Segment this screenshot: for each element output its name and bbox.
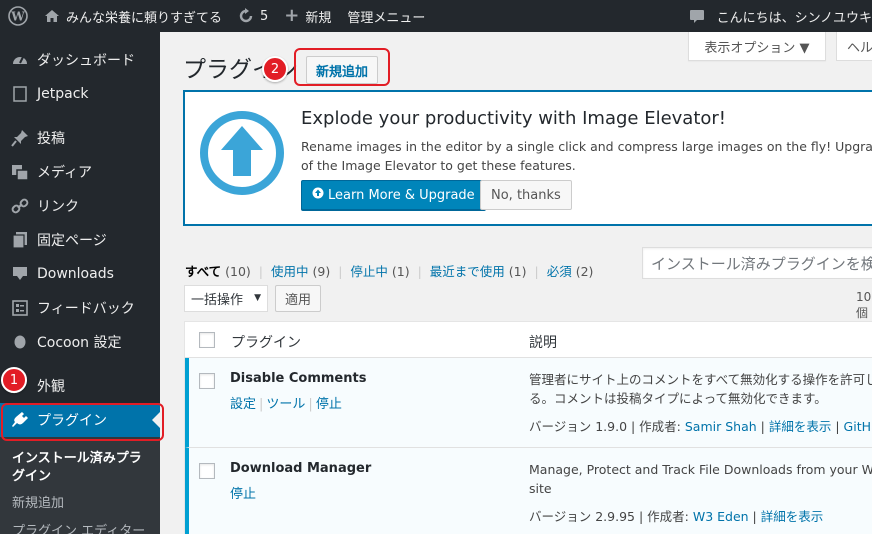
svg-text:W: W xyxy=(10,10,25,24)
plugin-meta: バージョン 1.9.0 | 作成者: Samir Shah | 詳細を表示 | … xyxy=(529,416,872,435)
github-link[interactable]: GitHub xyxy=(844,419,872,434)
plugin-tools-link[interactable]: ツール xyxy=(266,397,305,412)
jetpack-icon xyxy=(10,84,30,104)
admin-menu-link[interactable]: 管理メニュー xyxy=(339,0,433,32)
step-badge-2: 2 xyxy=(262,56,288,82)
plugins-table: プラグイン 説明 Disable Comments 設定 | ツール | 停止 管理者に… xyxy=(184,321,872,534)
filter-recently-active[interactable]: 最近まで使用 xyxy=(430,264,505,279)
select-all-checkbox[interactable] xyxy=(199,331,215,348)
main-content: 表示オプション ▼ ヘルプ プラグイン 新規追加 Explode your pr… xyxy=(160,32,872,534)
upload-circle-icon xyxy=(312,187,324,203)
sidebar-item-media[interactable]: メディア xyxy=(0,155,160,189)
site-name: みんな栄養に頼りすぎてる xyxy=(66,10,223,26)
highlight-plugins-menu xyxy=(1,403,164,441)
author-link[interactable]: Samir Shah xyxy=(685,419,757,434)
apply-button[interactable]: 適用 xyxy=(275,285,322,312)
image-elevator-notice: Explode your productivity with Image Ele… xyxy=(183,90,872,226)
submenu-add-new[interactable]: 新規追加 xyxy=(0,490,160,518)
highlight-add-new-button xyxy=(294,48,390,86)
admin-sidebar: ダッシュボード Jetpack 投稿 メディア リンク 固定ページ Downlo… xyxy=(0,32,160,534)
item-count: 10個 xyxy=(856,290,872,320)
dashboard-icon xyxy=(10,50,30,70)
submenu-installed-plugins[interactable]: インストール済みプラグイン xyxy=(0,445,160,490)
plugins-submenu: インストール済みプラグイン 新規追加 プラグイン エディター xyxy=(0,437,160,534)
table-header: プラグイン 説明 xyxy=(185,322,872,358)
table-row: Disable Comments 設定 | ツール | 停止 管理者にサイト上のコメント… xyxy=(185,358,872,448)
bulk-action-select[interactable]: 一括操作 ▼ xyxy=(184,285,268,312)
greeting-text: こんにちは、シンノユウキ xyxy=(716,10,872,26)
plugin-description: 管理者にサイト上のコメントをすべて無効化する操作を許可しま る。コメントは投稿タ… xyxy=(529,372,872,407)
row-checkbox[interactable] xyxy=(199,373,215,389)
upload-arrow-icon xyxy=(199,110,285,196)
screen-options-button[interactable]: 表示オプション ▼ xyxy=(688,32,826,61)
updates-count: 5 xyxy=(260,8,269,24)
dropdown-arrow-icon: ▼ xyxy=(254,293,261,303)
step-badge-1: 1 xyxy=(1,367,27,393)
filter-active[interactable]: 使用中 xyxy=(271,264,309,279)
plus-icon: + xyxy=(284,5,300,26)
feedback-icon xyxy=(10,298,30,318)
view-details-link[interactable]: 詳細を表示 xyxy=(761,509,824,524)
column-description: 説明 xyxy=(529,335,557,351)
media-icon xyxy=(10,162,30,182)
home-icon xyxy=(44,9,60,23)
user-greeting[interactable]: こんにちは、シンノユウキ xyxy=(709,0,872,32)
no-thanks-button[interactable]: No, thanks xyxy=(480,180,572,210)
author-link[interactable]: W3 Eden xyxy=(693,509,749,524)
plugin-name: Disable Comments xyxy=(230,371,367,386)
download-icon xyxy=(10,264,30,284)
refresh-icon xyxy=(238,8,254,24)
sidebar-item-downloads[interactable]: Downloads xyxy=(0,257,160,291)
plugin-status-filters: すべて (10) | 使用中 (9) | 停止中 (1) | 最近まで使用 (1… xyxy=(185,264,594,279)
comment-notice[interactable] xyxy=(681,0,709,32)
plugin-deactivate-link[interactable]: 停止 xyxy=(230,487,256,502)
submenu-plugin-editor[interactable]: プラグイン エディター xyxy=(0,518,160,534)
plugin-description: Manage, Protect and Track File Downloads… xyxy=(529,462,872,497)
filter-must-use[interactable]: 必須 xyxy=(547,264,572,279)
cocoon-icon xyxy=(10,332,30,352)
plugin-settings-link[interactable]: 設定 xyxy=(230,397,256,412)
sidebar-item-feedback[interactable]: フィードバック xyxy=(0,291,160,325)
new-label: 新規 xyxy=(305,10,332,26)
sidebar-item-jetpack[interactable]: Jetpack xyxy=(0,77,160,111)
plugin-search-input[interactable]: インストール済みプラグインを検索... xyxy=(642,247,872,279)
row-checkbox[interactable] xyxy=(199,463,215,479)
sidebar-item-posts[interactable]: 投稿 xyxy=(0,121,160,155)
admin-bar: W みんな栄養に頼りすぎてる 5 + 新規 管理メニュー こんにちは、シンノユウ… xyxy=(0,0,872,32)
sidebar-item-cocoon[interactable]: Cocoon 設定 xyxy=(0,325,160,359)
wordpress-logo-icon[interactable]: W xyxy=(0,0,36,32)
help-button[interactable]: ヘルプ xyxy=(836,32,872,61)
sidebar-item-links[interactable]: リンク xyxy=(0,189,160,223)
table-row: Download Manager 停止 Manage, Protect and … xyxy=(185,448,872,534)
plugin-meta: バージョン 2.9.95 | 作成者: W3 Eden | 詳細を表示 xyxy=(529,509,824,524)
pin-icon xyxy=(10,128,30,148)
column-plugin: プラグイン xyxy=(231,335,301,351)
updates-link[interactable]: 5 xyxy=(230,0,276,32)
plugin-deactivate-link[interactable]: 停止 xyxy=(316,397,342,412)
plugin-name: Download Manager xyxy=(230,461,372,476)
sidebar-item-dashboard[interactable]: ダッシュボード xyxy=(0,43,160,77)
filter-inactive[interactable]: 停止中 xyxy=(350,264,388,279)
notice-title: Explode your productivity with Image Ele… xyxy=(301,108,727,129)
row-actions: 停止 xyxy=(230,483,256,502)
sidebar-item-pages[interactable]: 固定ページ xyxy=(0,223,160,257)
filter-all[interactable]: すべて xyxy=(185,264,221,279)
comment-icon xyxy=(689,8,705,24)
row-actions: 設定 | ツール | 停止 xyxy=(230,397,342,412)
link-icon xyxy=(10,196,30,216)
page-icon xyxy=(10,230,30,250)
learn-more-upgrade-button[interactable]: Learn More & Upgrade xyxy=(301,180,486,210)
site-name-link[interactable]: みんな栄養に頼りすぎてる xyxy=(36,0,230,32)
new-content-link[interactable]: + 新規 xyxy=(276,0,339,32)
notice-text: Rename images in the editor by a single … xyxy=(301,139,872,174)
admin-menu-label: 管理メニュー xyxy=(347,10,426,26)
view-details-link[interactable]: 詳細を表示 xyxy=(769,419,832,434)
